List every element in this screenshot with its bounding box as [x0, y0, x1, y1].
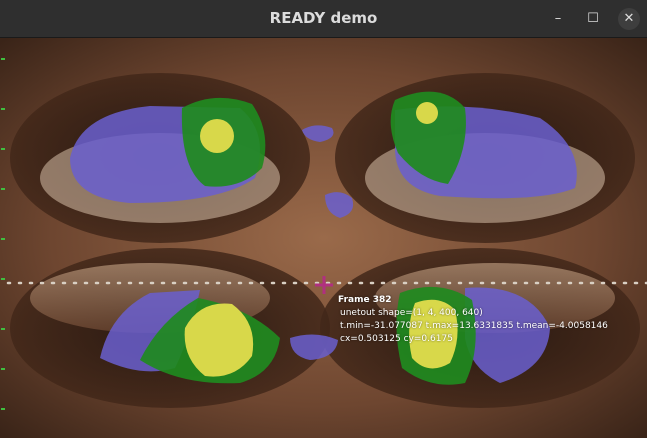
maximize-button[interactable]: ☐ [582, 8, 604, 30]
video-frame-canvas[interactable]: Frame 382 unetout shape=(1, 4, 400, 640)… [0, 38, 647, 438]
segment-yellow-upper-left [200, 119, 234, 153]
shape-info: unetout shape=(1, 4, 400, 640) [340, 308, 483, 318]
segment-yellow-upper-right [416, 102, 438, 124]
background-terminal-edge [0, 38, 7, 438]
segmentation-view [0, 38, 647, 438]
debug-overlay: Frame 382 unetout shape=(1, 4, 400, 640)… [338, 294, 608, 346]
center-coordinates: cx=0.503125 cy=0.6175 [340, 334, 453, 344]
close-button[interactable]: ✕ [618, 8, 640, 30]
tensor-stats: t.min=-31.077087 t.max=13.6331835 t.mean… [340, 321, 608, 331]
title-bar[interactable]: READY demo – ☐ ✕ [0, 0, 647, 38]
minimize-button[interactable]: – [547, 8, 569, 30]
app-window: READY demo – ☐ ✕ Frame 382 unetout shape… [0, 0, 647, 438]
frame-label: Frame 382 [338, 295, 392, 305]
